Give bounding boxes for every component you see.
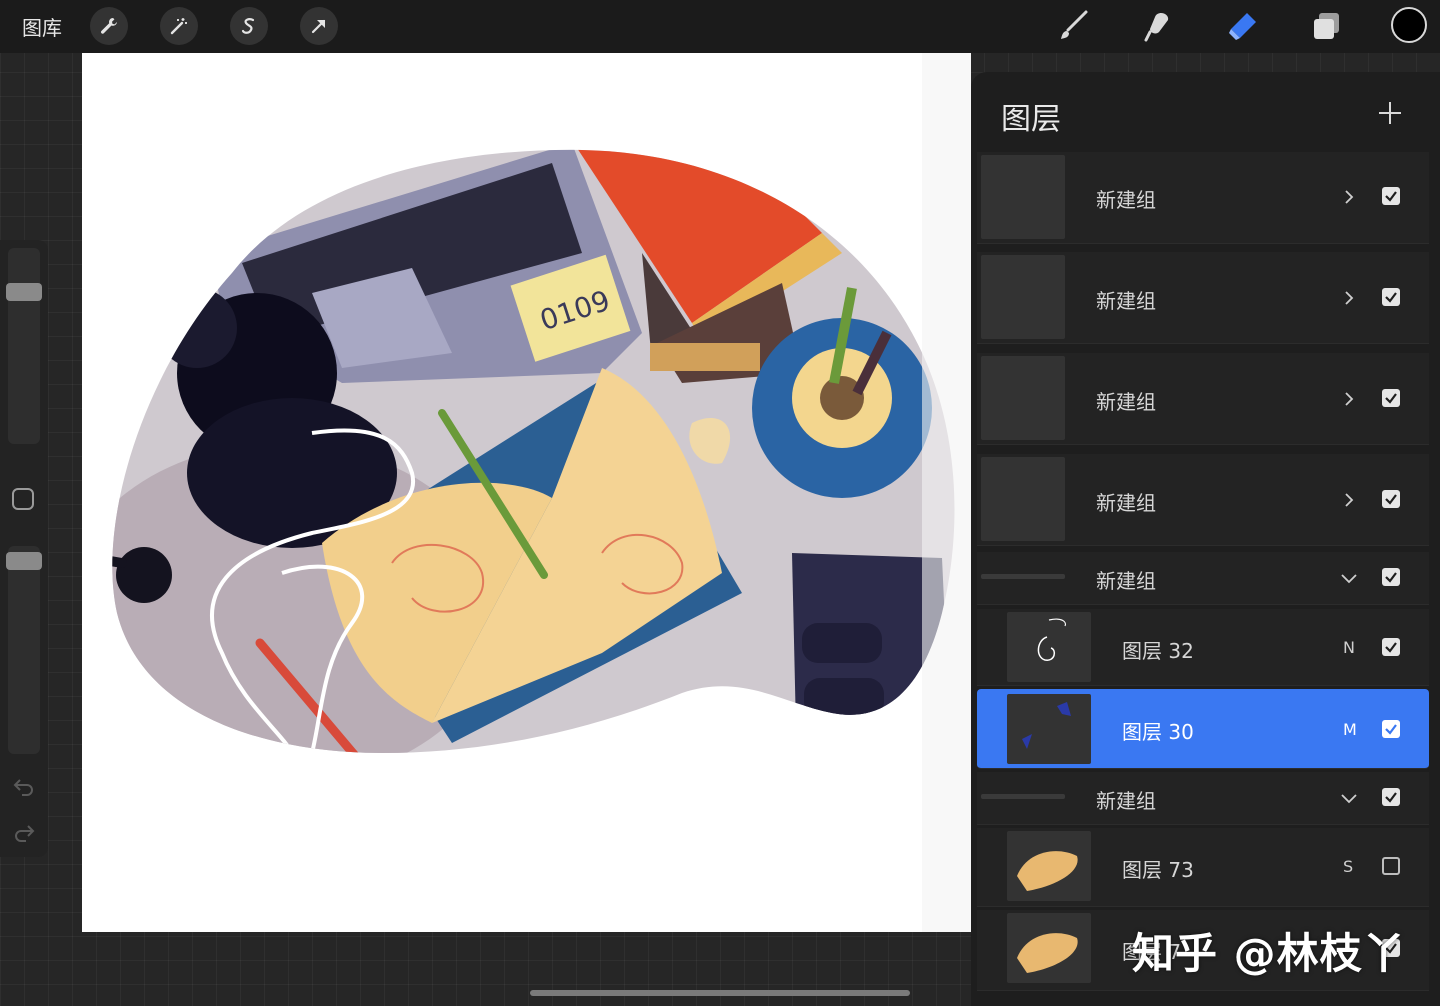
magic-wand-icon[interactable] bbox=[160, 7, 198, 45]
opacity-handle[interactable] bbox=[6, 552, 42, 570]
brush-size-handle[interactable] bbox=[6, 283, 42, 301]
layer-group-row[interactable]: 新建组 bbox=[977, 152, 1429, 244]
group-name: 新建组 bbox=[1096, 289, 1156, 313]
visibility-checkbox[interactable] bbox=[1382, 568, 1400, 586]
transform-arrow-icon[interactable] bbox=[300, 7, 338, 45]
visibility-checkbox[interactable] bbox=[1382, 857, 1400, 875]
left-sidebar bbox=[0, 240, 48, 857]
redo-icon[interactable] bbox=[12, 820, 36, 844]
layers-icon[interactable] bbox=[1309, 8, 1345, 44]
brush-size-slider[interactable] bbox=[8, 248, 40, 444]
group-name: 新建组 bbox=[1096, 569, 1156, 593]
group-name: 新建组 bbox=[1096, 789, 1156, 813]
group-name: 新建组 bbox=[1096, 188, 1156, 212]
selection-icon[interactable] bbox=[230, 7, 268, 45]
layer-group-row[interactable]: 新建组 bbox=[977, 252, 1429, 344]
eraser-icon[interactable] bbox=[1224, 8, 1260, 44]
group-name: 新建组 bbox=[1096, 390, 1156, 414]
group-thumbnail bbox=[981, 457, 1065, 541]
group-thumbnail bbox=[981, 255, 1065, 339]
drawing-canvas[interactable]: 0109 bbox=[82, 53, 971, 932]
brush-icon[interactable] bbox=[1055, 8, 1091, 44]
layer-group-row[interactable]: 新建组 bbox=[977, 454, 1429, 546]
group-thumbnail bbox=[981, 155, 1065, 239]
chevron-down-icon[interactable] bbox=[1341, 790, 1357, 806]
watermark: 知乎 @林枝丫 bbox=[1132, 929, 1406, 978]
layer-group-row[interactable]: 新建组 bbox=[977, 353, 1429, 445]
visibility-checkbox[interactable] bbox=[1382, 788, 1400, 806]
visibility-checkbox[interactable] bbox=[1382, 720, 1400, 738]
layer-name: 图层 30 bbox=[1122, 720, 1194, 744]
layer-thumbnail bbox=[1007, 913, 1091, 983]
group-divider bbox=[981, 574, 1065, 579]
chevron-right-icon[interactable] bbox=[1341, 492, 1357, 508]
top-toolbar: 图库 bbox=[0, 0, 1440, 53]
home-indicator[interactable] bbox=[530, 990, 910, 996]
chevron-right-icon[interactable] bbox=[1341, 391, 1357, 407]
visibility-checkbox[interactable] bbox=[1382, 187, 1400, 205]
wrench-icon[interactable] bbox=[90, 7, 128, 45]
gallery-button[interactable]: 图库 bbox=[22, 12, 62, 41]
modify-button[interactable] bbox=[12, 488, 34, 510]
layer-name: 图层 73 bbox=[1122, 858, 1194, 882]
layer-group-row[interactable]: 新建组 bbox=[977, 552, 1429, 605]
chevron-down-icon[interactable] bbox=[1341, 570, 1357, 586]
color-picker-button[interactable] bbox=[1391, 7, 1427, 43]
visibility-checkbox[interactable] bbox=[1382, 490, 1400, 508]
blend-mode-button[interactable]: N bbox=[1343, 638, 1355, 657]
chevron-right-icon[interactable] bbox=[1341, 290, 1357, 306]
blend-mode-button[interactable]: S bbox=[1343, 857, 1353, 876]
group-name: 新建组 bbox=[1096, 491, 1156, 515]
visibility-checkbox[interactable] bbox=[1382, 389, 1400, 407]
visibility-checkbox[interactable] bbox=[1382, 288, 1400, 306]
plus-icon[interactable] bbox=[1377, 100, 1403, 126]
group-divider bbox=[981, 794, 1065, 799]
layer-name: 图层 32 bbox=[1122, 639, 1194, 663]
visibility-checkbox[interactable] bbox=[1382, 638, 1400, 656]
undo-icon[interactable] bbox=[12, 774, 36, 798]
desk-illustration: 0109 bbox=[112, 53, 971, 932]
chevron-right-icon[interactable] bbox=[1341, 189, 1357, 205]
layer-thumbnail bbox=[1007, 694, 1091, 764]
panel-title: 图层 bbox=[1001, 102, 1061, 137]
group-thumbnail bbox=[981, 356, 1065, 440]
layer-thumbnail bbox=[1007, 831, 1091, 901]
layer-thumbnail bbox=[1007, 612, 1091, 682]
layer-row[interactable]: 图层 32 N bbox=[977, 609, 1429, 686]
layer-group-row[interactable]: 新建组 bbox=[977, 772, 1429, 825]
smudge-icon[interactable] bbox=[1140, 8, 1176, 44]
opacity-slider[interactable] bbox=[8, 546, 40, 754]
layer-row-selected[interactable]: 图层 30 M bbox=[977, 689, 1429, 769]
layers-panel: 图层 新建组 新建组 新建组 新建组 新建组 图层 32 N 图层 30 M 新… bbox=[971, 72, 1440, 1006]
layer-row[interactable]: 图层 73 S bbox=[977, 828, 1429, 907]
blend-mode-button[interactable]: M bbox=[1343, 720, 1357, 739]
